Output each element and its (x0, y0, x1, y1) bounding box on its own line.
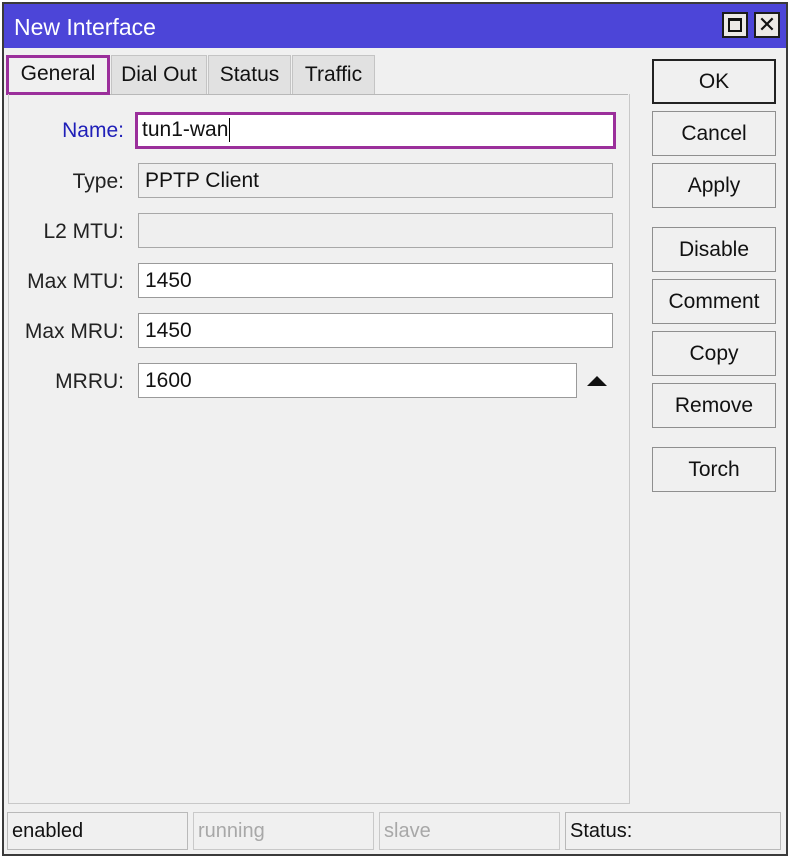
collapse-arrow-icon[interactable] (587, 376, 607, 386)
mrru-label: MRRU: (55, 370, 124, 393)
tab-status[interactable]: Status (208, 55, 291, 94)
tab-traffic[interactable]: Traffic (292, 55, 375, 94)
title-bar[interactable]: New Interface ✕ (4, 4, 786, 48)
l2-mtu-field (138, 213, 613, 248)
mrru-input[interactable]: 1600 (138, 363, 577, 398)
status-slave: slave (379, 812, 560, 850)
text-cursor (229, 118, 231, 143)
l2-mtu-label: L2 MTU: (43, 220, 124, 243)
status-running: running (193, 812, 374, 850)
type-field: PPTP Client (138, 163, 613, 198)
general-tab-panel (8, 94, 630, 804)
status-enabled: enabled (7, 812, 188, 850)
apply-button[interactable]: Apply (652, 163, 776, 208)
disable-button[interactable]: Disable (652, 227, 776, 272)
name-value: tun1-wan (142, 118, 229, 141)
name-input[interactable]: tun1-wan (135, 112, 616, 149)
ok-button[interactable]: OK (652, 59, 776, 104)
cancel-button[interactable]: Cancel (652, 111, 776, 156)
name-label: Name: (62, 119, 124, 142)
max-mru-label: Max MRU: (24, 320, 124, 343)
tab-dial-out[interactable]: Dial Out (111, 55, 207, 94)
window-title: New Interface (14, 14, 156, 40)
max-mru-input[interactable]: 1450 (138, 313, 613, 348)
close-button[interactable]: ✕ (754, 12, 780, 38)
remove-button[interactable]: Remove (652, 383, 776, 428)
copy-button[interactable]: Copy (652, 331, 776, 376)
comment-button[interactable]: Comment (652, 279, 776, 324)
status-text: Status: (565, 812, 781, 850)
maximize-icon (728, 18, 742, 32)
max-mtu-label: Max MTU: (27, 270, 124, 293)
type-label: Type: (72, 170, 124, 193)
tab-general[interactable]: General (6, 55, 110, 95)
max-mtu-input[interactable]: 1450 (138, 263, 613, 298)
close-icon: ✕ (757, 12, 777, 37)
torch-button[interactable]: Torch (652, 447, 776, 492)
maximize-button[interactable] (722, 12, 748, 38)
